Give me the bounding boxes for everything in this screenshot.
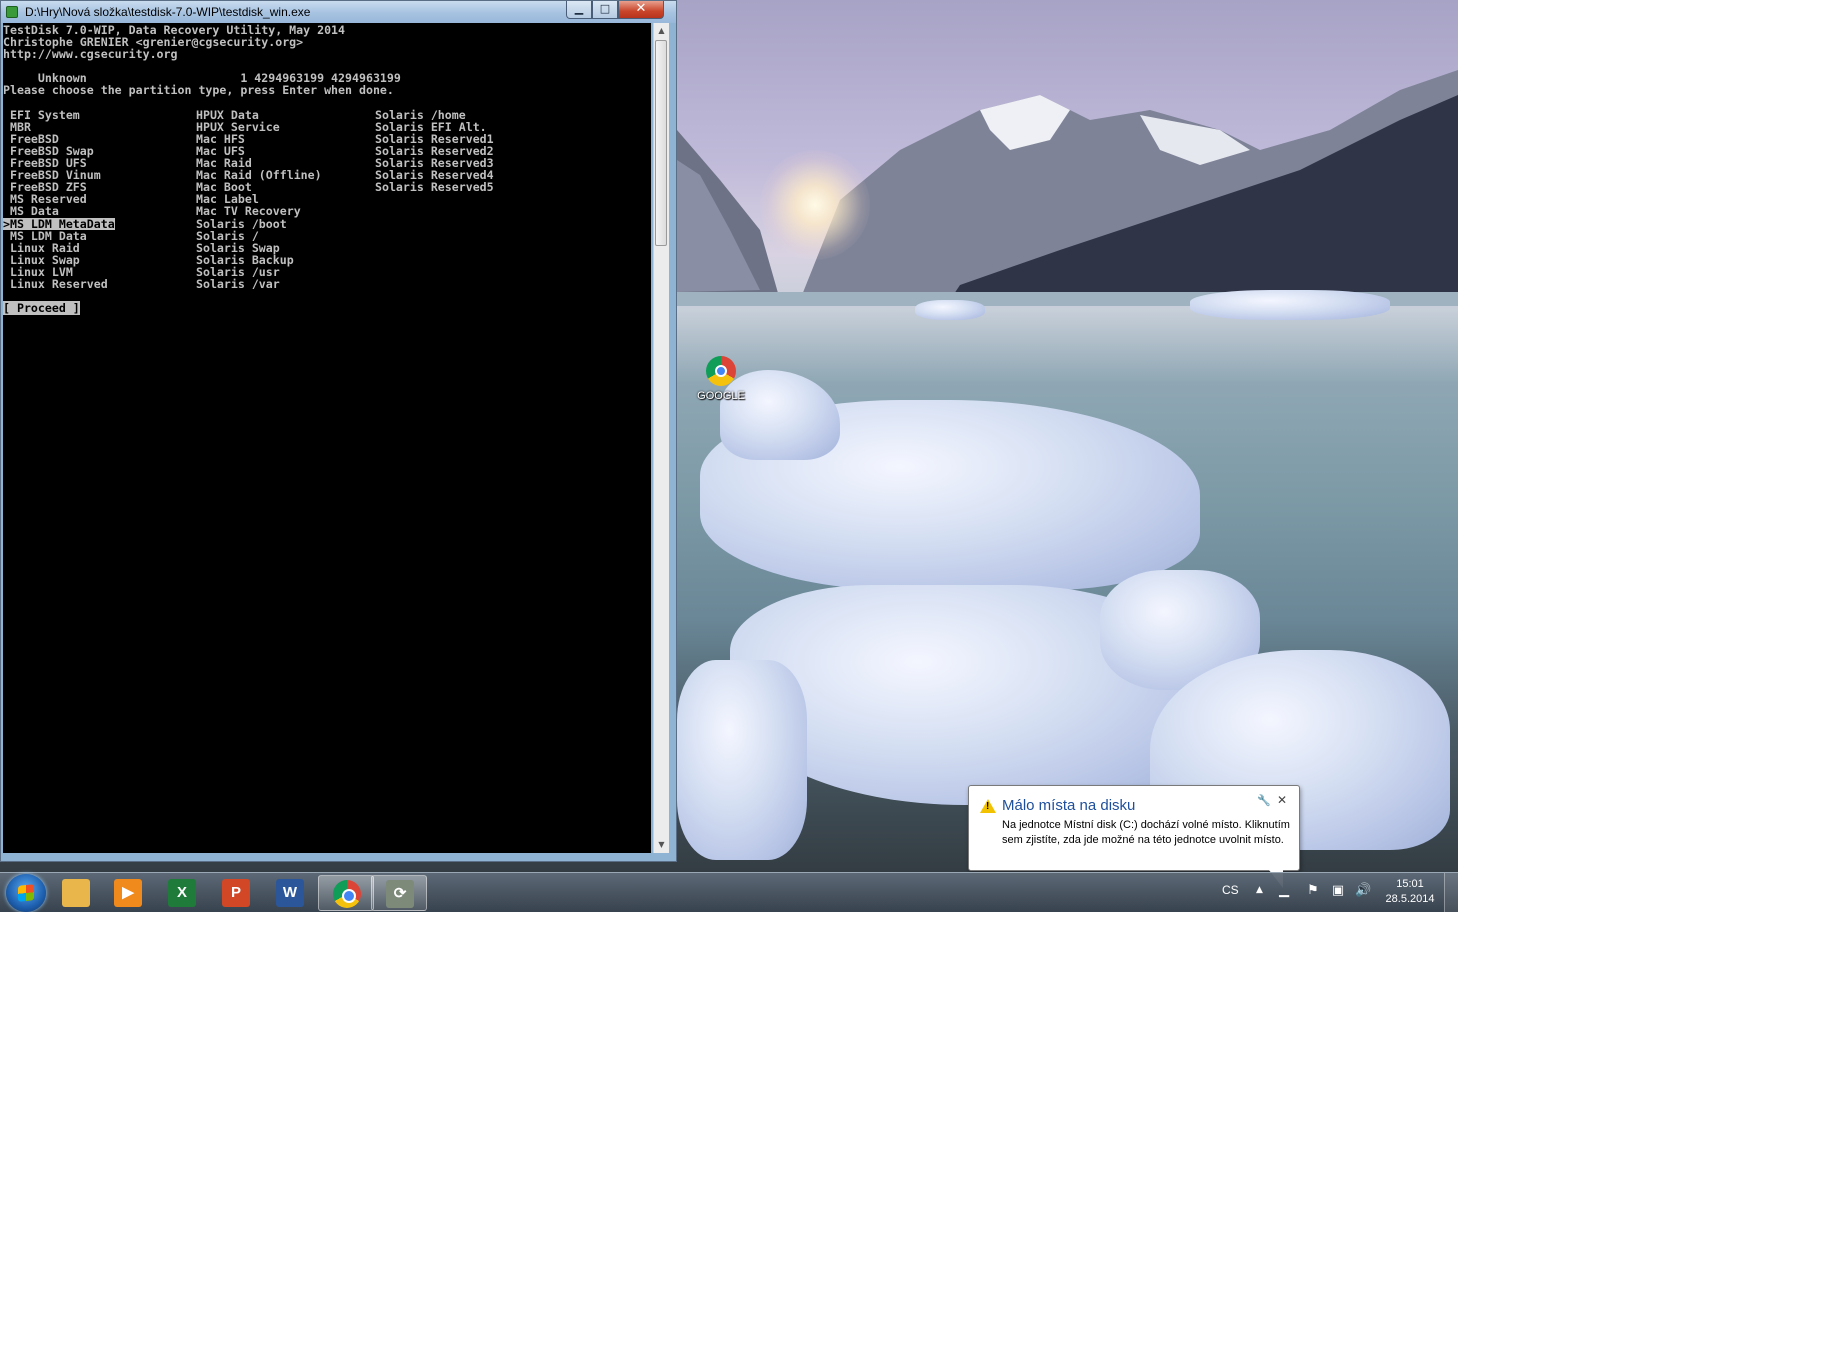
- media-player-icon: ▶: [114, 879, 142, 907]
- partition-type-row: Linux Raid Solaris Swap: [3, 242, 651, 254]
- partition-type-row: MS Data Mac TV Recovery: [3, 205, 651, 217]
- partition-type-option[interactable]: Linux Reserved: [3, 278, 108, 290]
- start-button[interactable]: [6, 874, 46, 912]
- desktop-shortcut-google[interactable]: GOOGLE: [690, 356, 752, 402]
- partition-type-row: EFI System HPUX Data Solaris /home: [3, 109, 651, 121]
- warning-icon: [980, 799, 996, 813]
- partition-type-list[interactable]: EFI System HPUX Data Solaris /home MBR H…: [3, 109, 651, 290]
- taskbar-app-glyph: ⟳: [393, 885, 407, 902]
- terminal-line: http://www.cgsecurity.org: [3, 47, 178, 62]
- powerpoint-icon: P: [222, 879, 250, 907]
- terminal-prompt: Please choose the partition type, press …: [3, 83, 394, 98]
- partition-type-row: FreeBSD Mac HFS Solaris Reserved1: [3, 133, 651, 145]
- volume-icon[interactable]: 🔊: [1355, 883, 1371, 899]
- taskbar-app-glyph: X: [176, 884, 187, 901]
- taskbar: ▶ X P W ⟳ CS ▲ ▁ ⚑ ▣ 🔊 15:01 28.5.2014: [0, 872, 1458, 912]
- testdisk-console-window[interactable]: D:\Hry\Nová složka\testdisk-7.0-WIP\test…: [0, 0, 677, 862]
- chrome-shortcut-icon: [706, 356, 736, 386]
- partition-type-option[interactable]: Solaris Reserved5: [368, 181, 494, 193]
- partition-type-row: MS Reserved Mac Label: [3, 193, 651, 205]
- scrollbar-thumb[interactable]: [655, 40, 667, 246]
- notification-options-icon[interactable]: 🔧: [1257, 794, 1271, 807]
- partition-type-row: FreeBSD Vinum Mac Raid (Offline) Solaris…: [3, 169, 651, 181]
- terminal-scrollbar[interactable]: ▲ ▼: [653, 23, 669, 853]
- word-icon: W: [276, 879, 304, 907]
- windows-logo-icon: [18, 884, 34, 902]
- partition-type-option[interactable]: >MS LDM MetaData: [3, 217, 115, 230]
- partition-type-option[interactable]: Solaris /boot: [189, 217, 287, 229]
- proceed-row: [ Proceed ]: [3, 301, 651, 316]
- partition-type-option[interactable]: MS Data: [3, 205, 59, 217]
- chrome-icon: [333, 880, 361, 908]
- notification-title: Málo místa na disku: [1002, 797, 1136, 814]
- partition-type-option[interactable]: Linux Raid: [3, 242, 80, 254]
- terminal-output[interactable]: TestDisk 7.0-WIP, Data Recovery Utility,…: [3, 23, 651, 853]
- show-hidden-icons-icon[interactable]: ▲: [1256, 885, 1263, 895]
- partition-type-option[interactable]: Solaris /home: [368, 109, 466, 121]
- partition-type-row: FreeBSD Swap Mac UFS Solaris Reserved2: [3, 145, 651, 157]
- partition-type-option[interactable]: MS LDM Data: [3, 229, 87, 241]
- taskbar-app-glyph: [62, 879, 90, 907]
- language-indicator[interactable]: CS: [1222, 883, 1239, 897]
- taskbar-app-media-player[interactable]: ▶: [100, 875, 156, 911]
- testdisk-app-icon: [6, 6, 18, 18]
- partition-type-row: Linux Reserved Solaris /var: [3, 278, 651, 290]
- wallpaper-ice: [915, 300, 985, 320]
- clock-time: 15:01: [1396, 878, 1424, 890]
- desktop-screen: GOOGLE D:\Hry\Nová složka\testdisk-7.0-W…: [0, 0, 1458, 912]
- network-icon[interactable]: ▣: [1330, 883, 1346, 899]
- taskbar-clock[interactable]: 15:01 28.5.2014: [1380, 877, 1440, 907]
- terminal-text: TestDisk 7.0-WIP, Data Recovery Utility,…: [3, 23, 651, 316]
- desktop-shortcut-label: GOOGLE: [697, 390, 745, 402]
- taskbar-app-glyph: W: [282, 884, 298, 901]
- close-button[interactable]: ✕: [618, 1, 664, 19]
- scroll-down-arrow-icon[interactable]: ▼: [654, 837, 669, 853]
- taskbar-app-excel[interactable]: X: [154, 875, 210, 911]
- partition-type-option[interactable]: Solaris /var: [189, 278, 280, 290]
- taskbar-app-chrome[interactable]: [318, 875, 374, 911]
- scroll-up-arrow-icon[interactable]: ▲: [654, 23, 669, 39]
- proceed-button[interactable]: [ Proceed ]: [3, 301, 80, 316]
- action-center-flag-icon[interactable]: ⚑: [1305, 883, 1321, 899]
- excel-icon: X: [168, 879, 196, 907]
- partition-type-option[interactable]: EFI System: [3, 109, 80, 121]
- notification-close-icon[interactable]: ✕: [1277, 793, 1287, 807]
- taskbar-app-powerpoint[interactable]: P: [208, 875, 264, 911]
- wallpaper-sun: [760, 150, 870, 260]
- partition-type-row: >MS LDM MetaData Solaris /boot: [3, 217, 651, 230]
- taskbar-app-word[interactable]: W: [262, 875, 318, 911]
- maximize-button[interactable]: □: [592, 1, 618, 19]
- partition-type-option[interactable]: Solaris /: [189, 229, 259, 241]
- show-desktop-button[interactable]: [1444, 873, 1458, 912]
- wallpaper-ice: [1190, 290, 1390, 320]
- folder-icon: [62, 879, 90, 907]
- disk-cleanup-tray-icon[interactable]: ▁: [1276, 883, 1292, 899]
- testdisk-icon: ⟳: [386, 880, 414, 908]
- partition-type-row: Linux Swap Solaris Backup: [3, 254, 651, 266]
- taskbar-app-testdisk[interactable]: ⟳: [371, 875, 427, 911]
- partition-type-option[interactable]: Solaris Swap: [189, 242, 280, 254]
- partition-type-row: FreeBSD ZFS Mac Boot Solaris Reserved5: [3, 181, 651, 193]
- partition-type-option[interactable]: HPUX Data: [189, 109, 259, 121]
- wallpaper-ice: [677, 660, 807, 860]
- window-titlebar[interactable]: D:\Hry\Nová složka\testdisk-7.0-WIP\test…: [1, 1, 676, 23]
- partition-type-row: MS LDM Data Solaris /: [3, 229, 651, 241]
- low-disk-space-notification[interactable]: Málo místa na disku 🔧 ✕ Na jednotce Míst…: [968, 785, 1300, 888]
- minimize-button[interactable]: ▁: [566, 1, 592, 19]
- taskbar-app-glyph: ▶: [122, 884, 134, 901]
- partition-type-option[interactable]: Mac TV Recovery: [189, 205, 301, 217]
- window-title: D:\Hry\Nová složka\testdisk-7.0-WIP\test…: [25, 5, 311, 19]
- notification-text: Na jednotce Místní disk (C:) dochází vol…: [1002, 819, 1290, 846]
- clock-date: 28.5.2014: [1385, 893, 1435, 905]
- partition-type-row: MBR HPUX Service Solaris EFI Alt.: [3, 121, 651, 133]
- taskbar-app-glyph: P: [230, 884, 241, 901]
- taskbar-app-explorer[interactable]: [48, 875, 104, 911]
